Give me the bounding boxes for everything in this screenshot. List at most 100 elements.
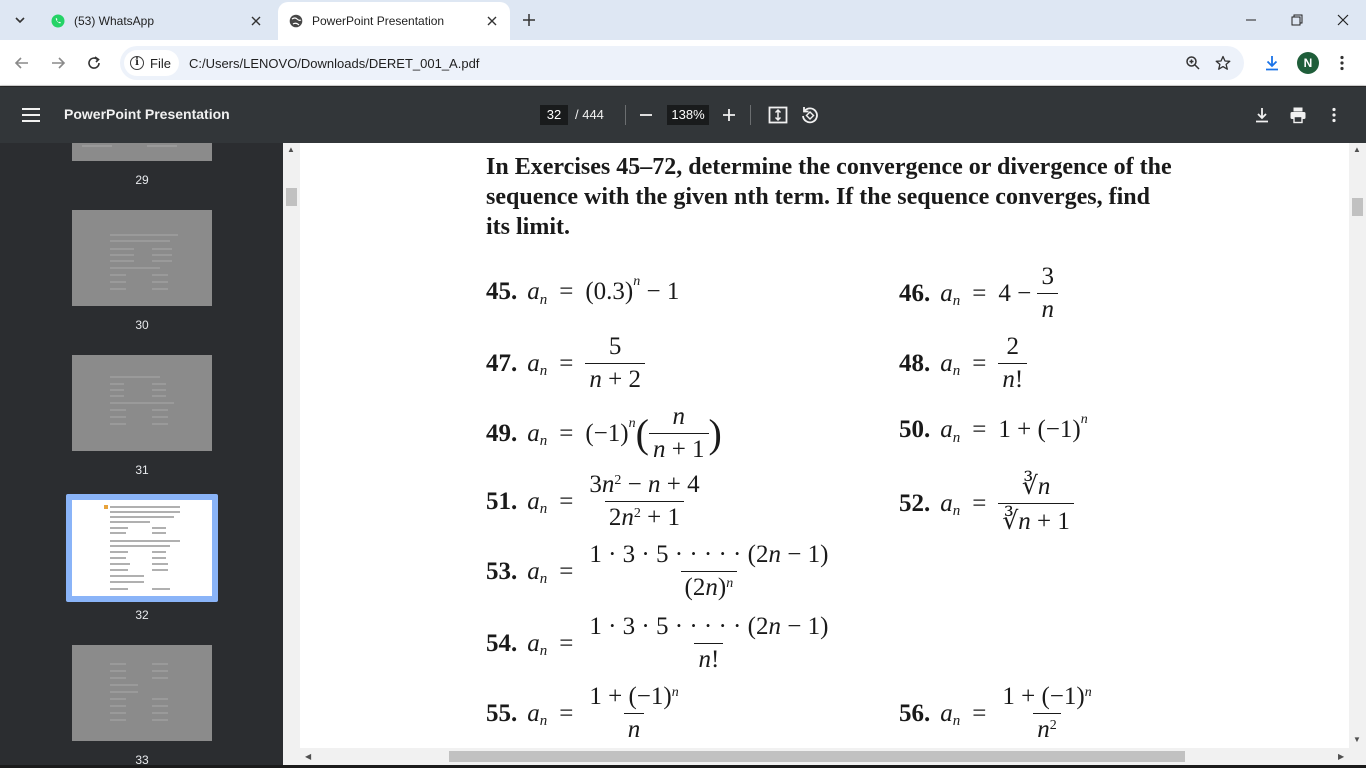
- forward-button[interactable]: [44, 49, 72, 77]
- plus-icon: [723, 109, 735, 121]
- printer-icon: [1290, 107, 1306, 124]
- plus-icon: [523, 14, 535, 26]
- exercise-50: 50. a n = 1 + (−1) n: [899, 412, 1088, 446]
- reload-icon: [88, 56, 100, 69]
- page-number-input[interactable]: 32: [540, 105, 568, 125]
- arrow-left-icon: [14, 57, 28, 69]
- site-info-chip[interactable]: i File: [124, 50, 179, 76]
- thumbnail-sidebar: 29 30 31 32 33: [0, 143, 283, 768]
- thumbnail-scrollbar[interactable]: ▲ ▼: [283, 143, 300, 760]
- zoom-in-button[interactable]: [717, 103, 741, 127]
- fit-to-page-button[interactable]: [766, 103, 790, 127]
- zoom-level-input[interactable]: 138%: [667, 105, 709, 125]
- exercise-number: 46.: [899, 279, 931, 307]
- zoom-out-button[interactable]: [634, 103, 658, 127]
- exercise-56: 56. a n = 1 + (−1)n n2: [899, 683, 1092, 743]
- exercise-number: 55.: [486, 699, 518, 727]
- chevron-down-icon: [15, 17, 25, 24]
- exercise-instructions: In Exercises 45–72, determine the conver…: [486, 154, 1172, 240]
- page-thumbnail[interactable]: [72, 355, 212, 451]
- download-icon: [1266, 56, 1278, 71]
- page-thumbnail-label: 30: [135, 318, 149, 332]
- exercise-number: 49.: [486, 419, 518, 447]
- new-tab-button[interactable]: [517, 9, 541, 31]
- rotate-button[interactable]: [798, 103, 822, 127]
- exercise-number: 54.: [486, 629, 518, 657]
- exercise-54: 54. a n = 1 · 3 · 5 · · · · · (2n − 1) n!: [486, 613, 829, 673]
- more-vertical-icon: [1332, 107, 1336, 123]
- reload-button[interactable]: [80, 49, 108, 77]
- page-thumbnail-selected[interactable]: [72, 500, 212, 596]
- page-thumbnail-label: 29: [135, 173, 149, 187]
- minimize-button[interactable]: [1228, 0, 1274, 40]
- scrollbar-thumb[interactable]: [286, 188, 297, 206]
- page-thumbnail-label: 32: [135, 608, 149, 622]
- rotate-icon: [802, 107, 818, 124]
- whatsapp-icon: [50, 13, 66, 29]
- scrollbar-thumb[interactable]: [1352, 198, 1363, 216]
- exercise-53: 53. a n = 1 · 3 · 5 · · · · · (2n − 1) (2n…: [486, 541, 829, 601]
- document-vertical-scrollbar[interactable]: ▲ ▼: [1349, 143, 1366, 748]
- minus-icon: [640, 114, 652, 116]
- exercise-55: 55. a n = 1 + (−1)n n: [486, 683, 679, 743]
- toolbar-divider: [750, 105, 751, 125]
- exercise-51: 51. a n = 3n2 − n + 4 2n2 + 1: [486, 471, 700, 531]
- exercise-number: 50.: [899, 416, 931, 443]
- page-thumbnail[interactable]: [72, 645, 212, 741]
- exercise-52: 52. a n = ∛n ∛n + 1: [899, 471, 1074, 536]
- exercise-number: 51.: [486, 487, 518, 515]
- scroll-up-arrow-icon[interactable]: ▲: [1353, 145, 1361, 154]
- close-icon: [1337, 14, 1349, 26]
- restore-button[interactable]: [1274, 0, 1320, 40]
- downloads-button[interactable]: [1258, 49, 1286, 77]
- close-tab-icon[interactable]: [246, 11, 266, 31]
- exercise-number: 52.: [899, 489, 931, 517]
- exercise-number: 47.: [486, 349, 518, 377]
- tab-whatsapp[interactable]: (53) WhatsApp: [40, 2, 274, 40]
- globe-icon: [288, 13, 304, 29]
- profile-button[interactable]: N: [1294, 49, 1322, 77]
- minimize-icon: [1246, 19, 1256, 21]
- tab-strip: (53) WhatsApp PowerPoint Presentation: [0, 0, 1366, 40]
- scroll-left-arrow-icon[interactable]: ◀: [305, 752, 311, 761]
- tab-title: (53) WhatsApp: [74, 14, 155, 28]
- exercise-49: 49. a n = (−1) n ( nn + 1 ): [486, 403, 722, 463]
- scroll-up-arrow-icon[interactable]: ▲: [287, 145, 295, 154]
- scroll-right-arrow-icon[interactable]: ▶: [1338, 752, 1344, 761]
- exercise-number: 48.: [899, 349, 931, 377]
- exercise-number: 45.: [486, 278, 518, 305]
- url-text[interactable]: C:/Users/LENOVO/Downloads/DERET_001_A.pd…: [189, 56, 1178, 71]
- bookmark-star-icon[interactable]: [1208, 48, 1238, 78]
- scrollbar-thumb[interactable]: [449, 751, 1185, 762]
- page-thumbnail[interactable]: [72, 210, 212, 306]
- pdf-download-button[interactable]: [1250, 103, 1274, 127]
- sidebar-toggle-button[interactable]: [18, 103, 44, 127]
- tab-powerpoint-presentation[interactable]: PowerPoint Presentation: [278, 2, 510, 40]
- exercise-47: 47. a n = 5n + 2: [486, 333, 645, 394]
- zoom-icon[interactable]: [1178, 48, 1208, 78]
- info-icon: i: [130, 56, 144, 70]
- document-title: PowerPoint Presentation: [64, 106, 230, 122]
- page-total: / 444: [575, 107, 604, 122]
- fit-page-icon: [768, 106, 788, 124]
- arrow-right-icon: [52, 57, 66, 69]
- scroll-down-arrow-icon[interactable]: ▼: [1353, 735, 1361, 744]
- hamburger-menu-icon: [22, 108, 40, 122]
- page-thumbnail[interactable]: [72, 143, 212, 161]
- document-horizontal-scrollbar[interactable]: ◀ ▶: [283, 748, 1366, 765]
- avatar: N: [1297, 52, 1319, 74]
- address-bar[interactable]: i File C:/Users/LENOVO/Downloads/DERET_0…: [120, 46, 1244, 80]
- pdf-page: In Exercises 45–72, determine the conver…: [300, 143, 1349, 748]
- print-button[interactable]: [1286, 103, 1310, 127]
- back-button[interactable]: [8, 49, 36, 77]
- exercise-number: 56.: [899, 699, 931, 727]
- close-window-button[interactable]: [1320, 0, 1366, 40]
- browser-menu-button[interactable]: [1328, 49, 1356, 77]
- tab-search-button[interactable]: [7, 7, 33, 33]
- tab-title: PowerPoint Presentation: [312, 14, 445, 28]
- close-tab-icon[interactable]: [482, 11, 502, 31]
- restore-icon: [1291, 14, 1303, 26]
- page-thumbnail-label: 31: [135, 463, 149, 477]
- pdf-more-button[interactable]: [1322, 103, 1346, 127]
- exercise-number: 53.: [486, 557, 518, 585]
